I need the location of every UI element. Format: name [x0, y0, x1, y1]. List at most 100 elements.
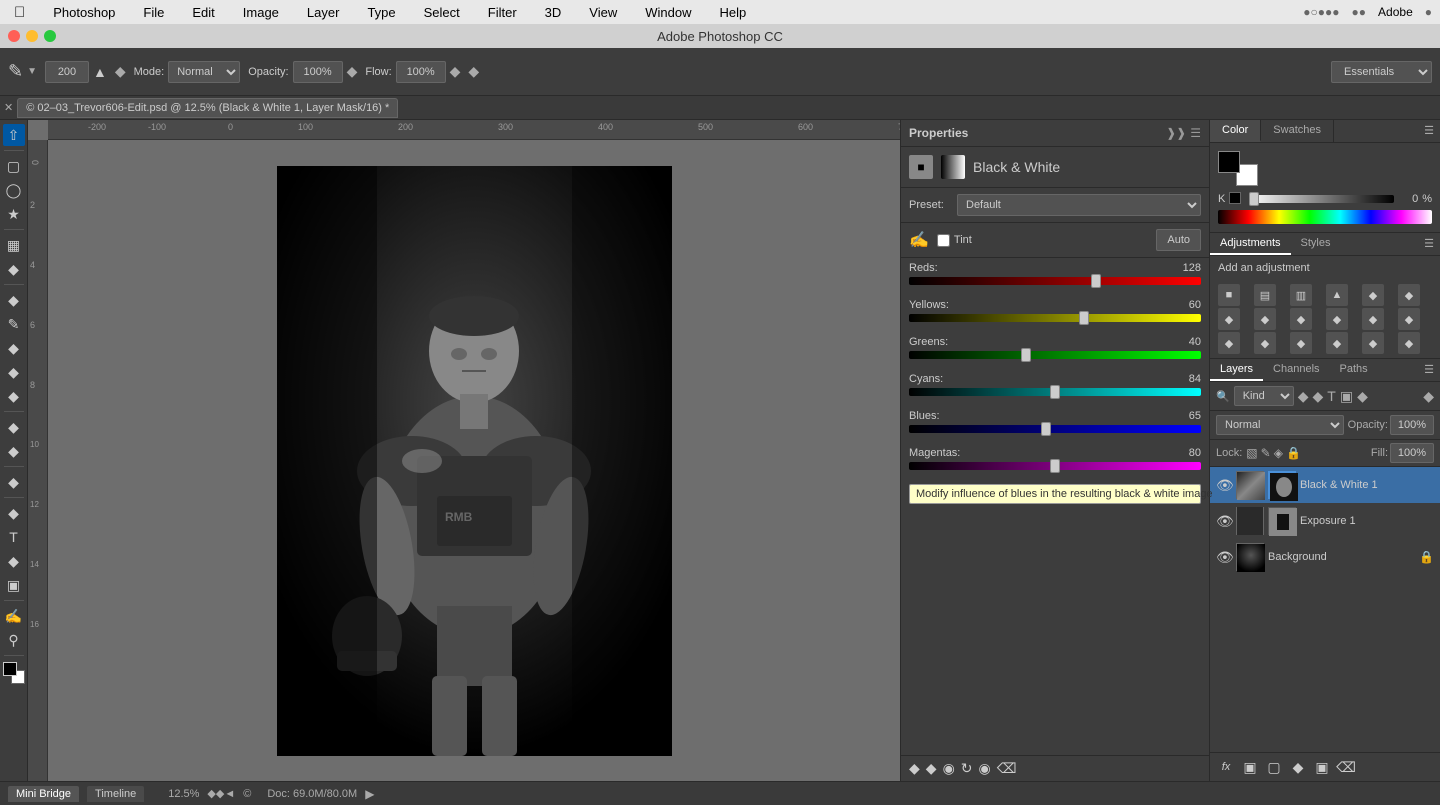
color-lookup-icon[interactable]: ◆ — [1362, 308, 1384, 330]
brightness-contrast-icon[interactable]: ■ — [1218, 284, 1240, 306]
layer-item-background[interactable]: 👁 Background 🔒 — [1210, 539, 1440, 575]
filter-adj-icon[interactable]: ◆ — [1312, 388, 1323, 405]
yellows-track[interactable] — [909, 314, 1201, 322]
lock-image-icon[interactable]: ✎ — [1261, 446, 1271, 460]
lock-position-icon[interactable]: ◈ — [1274, 446, 1283, 460]
reds-track[interactable] — [909, 277, 1201, 285]
layer-visibility-background[interactable]: 👁 — [1216, 549, 1232, 566]
airbrush-icon[interactable]: ◆ — [347, 63, 358, 80]
flow-input[interactable] — [396, 61, 446, 83]
color-balance-icon[interactable]: ◆ — [1218, 308, 1240, 330]
adjustments-panel-menu[interactable]: ☰ — [1418, 233, 1440, 255]
menu-photoshop[interactable]: Photoshop — [47, 3, 121, 22]
filter-shape-icon[interactable]: ▣ — [1340, 388, 1353, 405]
layer-visibility-bw[interactable]: 👁 — [1216, 477, 1232, 494]
filter-smart-icon[interactable]: ◆ — [1357, 388, 1368, 405]
pen-tool[interactable]: ◆ — [3, 502, 25, 524]
reset-icon[interactable]: ↻ — [961, 760, 973, 777]
fx-icon[interactable]: fx — [1216, 757, 1236, 777]
menu-file[interactable]: File — [137, 3, 170, 22]
tab-color[interactable]: Color — [1210, 120, 1261, 142]
color-boxes[interactable] — [3, 662, 25, 684]
history-tool[interactable]: ◆ — [3, 361, 25, 383]
quick-select-tool[interactable]: ★ — [3, 203, 25, 225]
hand-tool-icon[interactable]: ✍ — [909, 230, 929, 250]
layer-blend-mode[interactable]: Normal Dissolve Multiply — [1216, 415, 1344, 435]
menu-layer[interactable]: Layer — [301, 3, 346, 22]
tint-checkbox-label[interactable]: Tint — [937, 234, 972, 247]
shape-tool[interactable]: ▣ — [3, 574, 25, 596]
eyedropper-tool[interactable]: ◆ — [3, 258, 25, 280]
tab-channels[interactable]: Channels — [1263, 359, 1329, 381]
layers-panel-menu[interactable]: ☰ — [1418, 359, 1440, 381]
photo-filter-icon[interactable]: ◆ — [1290, 308, 1312, 330]
menu-type[interactable]: Type — [361, 3, 401, 22]
cyans-thumb[interactable] — [1050, 385, 1060, 399]
solid-color-icon[interactable]: ◆ — [1362, 332, 1384, 354]
dodge-tool[interactable]: ◆ — [3, 471, 25, 493]
workspace-select[interactable]: Essentials Photography Painting — [1331, 61, 1432, 83]
zoom-tool[interactable]: ⚲ — [3, 629, 25, 651]
menu-edit[interactable]: Edit — [186, 3, 220, 22]
visibility-icon[interactable]: ◉ — [943, 760, 955, 777]
cyans-track[interactable] — [909, 388, 1201, 396]
tab-close-icon[interactable]: ✕ — [4, 101, 13, 114]
new-adjustment-icon[interactable]: ◆ — [1288, 757, 1308, 777]
tab-swatches[interactable]: Swatches — [1261, 120, 1334, 142]
tablet-pressure-icon[interactable]: ◆ — [468, 63, 479, 80]
auto-button[interactable]: Auto — [1156, 229, 1201, 251]
menu-view[interactable]: View — [583, 3, 623, 22]
k-track[interactable] — [1249, 195, 1394, 203]
mode-select[interactable]: Normal Dissolve Multiply Screen — [168, 61, 240, 83]
flow-icon[interactable]: ◆ — [450, 63, 461, 80]
filter-pixel-icon[interactable]: ◆ — [1298, 388, 1309, 405]
tint-checkbox[interactable] — [937, 234, 950, 247]
clip-to-layer-icon[interactable]: ◆ — [909, 760, 920, 777]
opacity-value[interactable] — [1390, 415, 1434, 435]
expand-arrows-icon[interactable]: ❱❱ — [1166, 126, 1186, 140]
maximize-button[interactable] — [44, 30, 56, 42]
yellows-thumb[interactable] — [1079, 311, 1089, 325]
type-tool[interactable]: T — [3, 526, 25, 548]
status-arrow-icon[interactable]: ▶ — [365, 787, 374, 801]
brush-tool-left[interactable]: ✎ — [3, 313, 25, 335]
gradient-tool[interactable]: ◆ — [3, 416, 25, 438]
delete-icon[interactable]: ⌫ — [997, 760, 1017, 777]
apple-menu[interactable]:  — [8, 2, 31, 23]
crop-tool[interactable]: ▦ — [3, 234, 25, 256]
mini-bridge-tab[interactable]: Mini Bridge — [8, 786, 79, 802]
menu-image[interactable]: Image — [237, 3, 285, 22]
fill-value[interactable] — [1390, 443, 1434, 463]
black-white-icon[interactable]: ◆ — [1254, 308, 1276, 330]
timeline-tab[interactable]: Timeline — [87, 786, 144, 802]
add-mask-icon[interactable]: ▣ — [1240, 757, 1260, 777]
brush-options-icon[interactable]: ▲ — [93, 64, 107, 80]
healing-tool[interactable]: ◆ — [3, 289, 25, 311]
properties-menu-icon[interactable]: ☰ — [1190, 126, 1201, 140]
menu-filter[interactable]: Filter — [482, 3, 523, 22]
marquee-tool[interactable]: ▢ — [3, 155, 25, 177]
layers-kind-select[interactable]: Kind Name Effect — [1234, 386, 1294, 406]
selective-color-icon[interactable]: ◆ — [1326, 332, 1348, 354]
lock-transparent-icon[interactable]: ▧ — [1246, 446, 1257, 460]
layer-item-bw[interactable]: 👁 Black & White 1 — [1210, 467, 1440, 503]
blues-thumb[interactable] — [1041, 422, 1051, 436]
document-tab[interactable]: © 02–03_Trevor606-Edit.psd @ 12.5% (Blac… — [17, 98, 398, 118]
blues-track[interactable] — [909, 425, 1201, 433]
hand-tool[interactable]: ✍ — [3, 605, 25, 627]
pattern-icon[interactable]: ◆ — [1398, 332, 1420, 354]
filter-type-icon[interactable]: T — [1327, 388, 1336, 404]
reds-thumb[interactable] — [1091, 274, 1101, 288]
magentas-track[interactable] — [909, 462, 1201, 470]
foreground-color-swatch[interactable] — [1218, 151, 1240, 173]
tab-adjustments[interactable]: Adjustments — [1210, 233, 1291, 255]
layer-item-exposure[interactable]: 👁 Exposure 1 — [1210, 503, 1440, 539]
preset-select[interactable]: Default Blue Filter Green Filter Red Fil… — [957, 194, 1201, 216]
zoom-options-icon[interactable]: ◆◆◄ — [207, 787, 235, 800]
previous-state-icon[interactable]: ◆ — [926, 760, 937, 777]
foreground-background-colors[interactable] — [1218, 151, 1258, 186]
layer-visibility-exposure[interactable]: 👁 — [1216, 513, 1232, 530]
color-panel-menu[interactable]: ☰ — [1418, 120, 1440, 142]
menu-window[interactable]: Window — [639, 3, 697, 22]
filter-toggle-icon[interactable]: ◆ — [1423, 388, 1434, 405]
